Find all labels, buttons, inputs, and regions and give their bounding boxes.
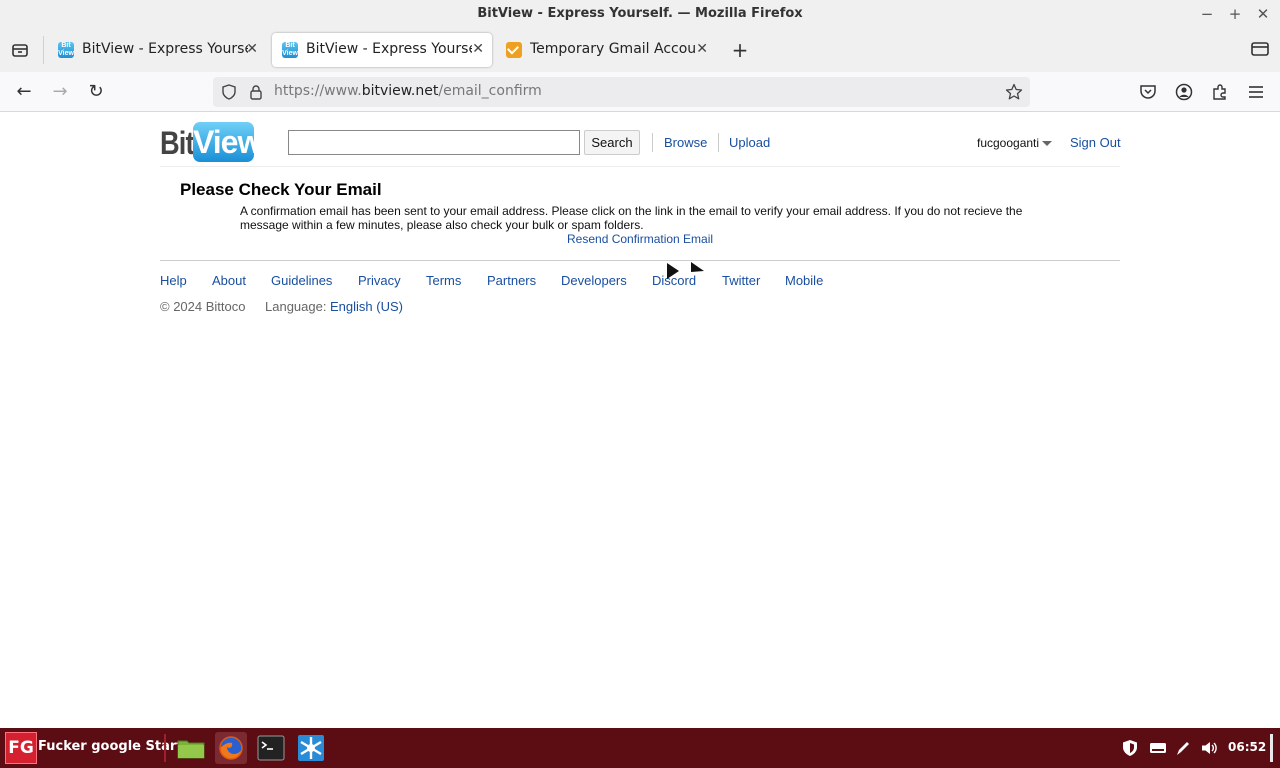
- url-path: /email_confirm: [438, 83, 542, 99]
- tab-strip: Bit View BitView - Express Yourself. ✕ B…: [0, 28, 1280, 72]
- tab-overview-icon[interactable]: [10, 40, 30, 60]
- shield-icon[interactable]: [221, 84, 237, 100]
- footer-link-developers[interactable]: Developers: [561, 273, 627, 288]
- mail-favicon-icon: [506, 42, 522, 58]
- footer-link-about[interactable]: About: [212, 273, 246, 288]
- footer-link-privacy[interactable]: Privacy: [358, 273, 401, 288]
- tab-label: BitView - Express Yourself.: [306, 41, 472, 57]
- header-divider-line: [160, 166, 1120, 167]
- forward-button[interactable]: →: [50, 82, 70, 102]
- new-tab-button[interactable]: +: [730, 40, 750, 60]
- tab-close-icon[interactable]: ✕: [472, 41, 484, 57]
- footer-link-partners[interactable]: Partners: [487, 273, 536, 288]
- network-manager-icon[interactable]: [295, 732, 327, 764]
- language-selector-link[interactable]: English (US): [330, 299, 403, 314]
- window-titlebar: BitView - Express Yourself. — Mozilla Fi…: [0, 0, 1280, 28]
- tab-separator: [43, 36, 44, 64]
- terminal-icon[interactable]: [255, 732, 287, 764]
- close-window-button[interactable]: ✕: [1253, 4, 1273, 24]
- bitview-favicon-icon: Bit View: [58, 42, 74, 58]
- tab-close-icon[interactable]: ✕: [246, 41, 258, 57]
- page-content: Bit View Search Browse Upload fucgoogant…: [0, 113, 1280, 728]
- header-divider: [652, 133, 653, 152]
- footer-link-mobile[interactable]: Mobile: [785, 273, 823, 288]
- resend-confirmation-link[interactable]: Resend Confirmation Email: [567, 232, 713, 246]
- search-button[interactable]: Search: [584, 130, 640, 155]
- footer-link-terms[interactable]: Terms: [426, 273, 461, 288]
- network-pen-icon[interactable]: [1174, 739, 1192, 757]
- page-title: Please Check Your Email: [180, 180, 382, 199]
- menu-icon[interactable]: [1247, 83, 1265, 101]
- tab-label: Temporary Gmail Account: [530, 41, 696, 57]
- start-menu-button[interactable]: Fucker google Start: [38, 739, 183, 754]
- volume-icon[interactable]: [1200, 739, 1218, 757]
- username-menu[interactable]: fucgooganti: [977, 136, 1039, 150]
- bitview-logo[interactable]: Bit View: [160, 121, 262, 163]
- firefox-icon[interactable]: [215, 732, 247, 764]
- sign-out-link[interactable]: Sign Out: [1070, 135, 1121, 150]
- url-host: bitview.net: [361, 83, 439, 99]
- window-title: BitView - Express Yourself. — Mozilla Fi…: [477, 6, 803, 21]
- footer-link-guidelines[interactable]: Guidelines: [271, 273, 332, 288]
- navigation-bar: ← → ↻ https://www.bitview.net/email_conf…: [0, 72, 1280, 112]
- taskbar: FG Fucker google Start 06:52: [0, 728, 1280, 768]
- maximize-button[interactable]: +: [1225, 4, 1245, 24]
- firefox-view-icon[interactable]: [1251, 41, 1269, 57]
- logo-bit-text: Bit: [160, 125, 195, 161]
- reload-button[interactable]: ↻: [86, 82, 106, 102]
- bookmark-star-icon[interactable]: [1005, 83, 1023, 101]
- lock-icon[interactable]: [249, 84, 263, 100]
- tab-bitview-2[interactable]: Bit View BitView - Express Yourself. ✕: [272, 33, 492, 67]
- url-scheme: https://www.: [274, 83, 362, 99]
- show-desktop-button[interactable]: [1270, 734, 1273, 762]
- tab-bitview-1[interactable]: Bit View BitView - Express Yourself. ✕: [48, 33, 266, 67]
- confirmation-message: A confirmation email has been sent to yo…: [240, 204, 1023, 232]
- footer-divider-line: [160, 260, 1120, 261]
- footer-link-help[interactable]: Help: [160, 273, 187, 288]
- security-shield-icon[interactable]: [1121, 739, 1139, 757]
- search-input[interactable]: [288, 130, 580, 155]
- copyright-text: © 2024 Bittoco: [160, 299, 246, 314]
- start-menu-logo[interactable]: FG: [5, 732, 37, 764]
- mouse-cursor-icon: [667, 262, 704, 279]
- url-text[interactable]: https://www.bitview.net/email_confirm: [274, 83, 542, 99]
- tab-label: BitView - Express Yourself.: [82, 41, 248, 57]
- language-label: Language:: [265, 299, 327, 314]
- upload-link[interactable]: Upload: [729, 135, 770, 150]
- minimize-button[interactable]: −: [1197, 4, 1217, 24]
- logo-view-text: View: [193, 122, 262, 162]
- file-manager-icon[interactable]: [175, 732, 207, 764]
- pocket-icon[interactable]: [1139, 83, 1157, 101]
- clock[interactable]: 06:52: [1228, 740, 1266, 754]
- bitview-favicon-icon: Bit View: [282, 42, 298, 58]
- extensions-icon[interactable]: [1211, 83, 1229, 101]
- keyboard-icon[interactable]: [1149, 739, 1167, 757]
- browse-link[interactable]: Browse: [664, 135, 707, 150]
- account-icon[interactable]: [1175, 83, 1193, 101]
- footer-link-twitter[interactable]: Twitter: [722, 273, 760, 288]
- address-bar[interactable]: https://www.bitview.net/email_confirm: [213, 77, 1030, 107]
- taskbar-separator: [164, 734, 166, 762]
- tab-close-icon[interactable]: ✕: [696, 41, 708, 57]
- back-button[interactable]: ←: [14, 82, 34, 102]
- header-divider: [718, 133, 719, 152]
- tab-temporary-gmail[interactable]: Temporary Gmail Account ✕: [496, 33, 716, 67]
- chevron-down-icon[interactable]: [1042, 141, 1052, 146]
